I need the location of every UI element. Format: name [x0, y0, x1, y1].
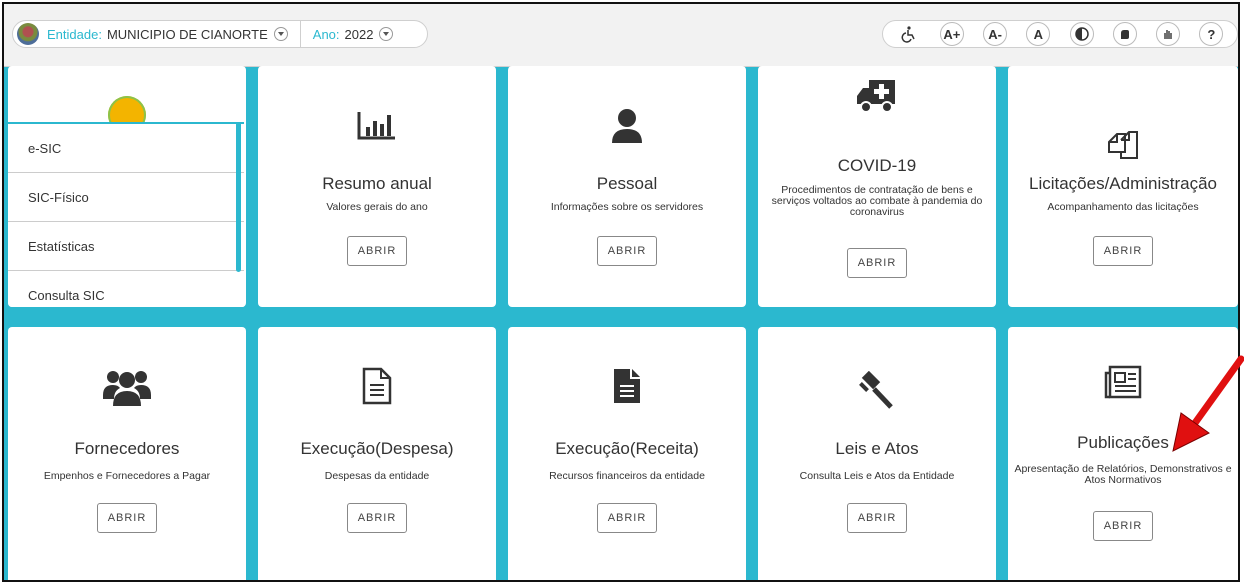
card-grid: e-SIC SIC-Físico Estatísticas Consulta S…	[4, 66, 1238, 580]
card-execucao-despesa: Execução(Despesa) Despesas da entidade A…	[258, 327, 496, 580]
wheelchair-icon[interactable]	[896, 22, 921, 46]
card-description: Valores gerais do ano	[326, 201, 428, 213]
sic-card: e-SIC SIC-Físico Estatísticas Consulta S…	[8, 66, 246, 307]
help-button[interactable]: ?	[1199, 22, 1224, 46]
accessibility-toolbar: A+ A- A ?	[882, 20, 1238, 48]
year-chevron-down-icon[interactable]	[379, 27, 394, 41]
card-description: Despesas da entidade	[324, 470, 430, 482]
open-button[interactable]: ABRIR	[1093, 236, 1153, 266]
divider	[299, 20, 301, 48]
sidebar-scrollbar[interactable]	[236, 122, 241, 272]
open-button[interactable]: ABRIR	[97, 503, 157, 533]
ambulance-icon	[758, 78, 996, 114]
font-increase-button[interactable]: A+	[939, 22, 964, 46]
card-fornecedores: Fornecedores Empenhos e Fornecedores a P…	[8, 327, 246, 580]
copy-icon	[1008, 128, 1238, 162]
top-bar: Entidade: MUNICIPIO DE CIANORTE Ano: 202…	[4, 4, 1238, 67]
card-leis-atos: Leis e Atos Consulta Leis e Atos da Enti…	[758, 327, 996, 580]
year-label: Ano:	[312, 26, 340, 42]
entity-label: Entidade:	[47, 26, 102, 42]
card-title: Leis e Atos	[835, 439, 919, 458]
card-resumo-anual: Resumo anual Valores gerais do ano ABRIR	[258, 66, 496, 307]
card-description: Recursos financeiros da entidade	[549, 470, 705, 482]
open-button[interactable]: ABRIR	[347, 236, 407, 266]
sidebar-item-consulta-sic[interactable]: Consulta SIC	[8, 271, 244, 307]
sidebar-item-esic[interactable]: e-SIC	[8, 124, 244, 173]
document-outline-icon	[258, 367, 496, 405]
open-button[interactable]: ABRIR	[347, 503, 407, 533]
open-button[interactable]: ABRIR	[597, 503, 657, 533]
card-covid: COVID-19 Procedimentos de contratação de…	[758, 66, 996, 307]
municipality-logo	[17, 23, 39, 45]
card-description: Acompanhamento das licitações	[1047, 201, 1199, 213]
font-decrease-button[interactable]: A-	[983, 22, 1008, 46]
document-filled-icon	[508, 367, 746, 405]
users-icon	[8, 367, 246, 407]
open-button[interactable]: ABRIR	[1093, 511, 1153, 541]
card-execucao-receita: Execução(Receita) Recursos financeiros d…	[508, 327, 746, 580]
card-title: Pessoal	[596, 174, 658, 193]
card-title: Execução(Despesa)	[300, 439, 454, 458]
card-title: COVID-19	[837, 156, 917, 175]
open-button[interactable]: ABRIR	[597, 236, 657, 266]
card-title: Licitações/Administração	[1028, 174, 1218, 193]
contrast-icon[interactable]	[1069, 22, 1094, 46]
sidebar-item-sic-fisico[interactable]: SIC-Físico	[8, 173, 244, 222]
app-frame: Entidade: MUNICIPIO DE CIANORTE Ano: 202…	[2, 2, 1240, 582]
card-description: Informações sobre os servidores	[550, 201, 704, 213]
person-icon	[508, 108, 746, 144]
card-description: Empenhos e Fornecedores a Pagar	[43, 470, 211, 482]
card-title: Execução(Receita)	[555, 439, 699, 458]
card-licitacoes: Licitações/Administração Acompanhamento …	[1008, 66, 1238, 307]
entity-chevron-down-icon[interactable]	[273, 27, 288, 41]
sidebar-item-estatisticas[interactable]: Estatísticas	[8, 222, 244, 271]
gavel-icon	[758, 371, 996, 411]
year-value[interactable]: 2022	[345, 27, 374, 42]
open-button[interactable]: ABRIR	[847, 248, 907, 278]
annotation-arrow-icon	[1172, 355, 1244, 452]
font-reset-button[interactable]: A	[1026, 22, 1051, 46]
entity-year-selector: Entidade: MUNICIPIO DE CIANORTE Ano: 202…	[12, 20, 428, 48]
card-description: Consulta Leis e Atos da Entidade	[799, 470, 955, 482]
open-button[interactable]: ABRIR	[847, 503, 907, 533]
card-title: Fornecedores	[74, 439, 180, 458]
card-title: Resumo anual	[322, 174, 432, 193]
card-description: Apresentação de Relatórios, Demonstrativ…	[1014, 463, 1232, 486]
hand-icon[interactable]	[1156, 22, 1181, 46]
card-description: Procedimentos de contratação de bens e s…	[771, 184, 983, 218]
entity-value[interactable]: MUNICIPIO DE CIANORTE	[107, 27, 268, 42]
sic-list: e-SIC SIC-Físico Estatísticas Consulta S…	[8, 122, 244, 307]
card-pessoal: Pessoal Informações sobre os servidores …	[508, 66, 746, 307]
bar-chart-icon	[258, 110, 496, 140]
sign-language-icon[interactable]	[1112, 22, 1137, 46]
